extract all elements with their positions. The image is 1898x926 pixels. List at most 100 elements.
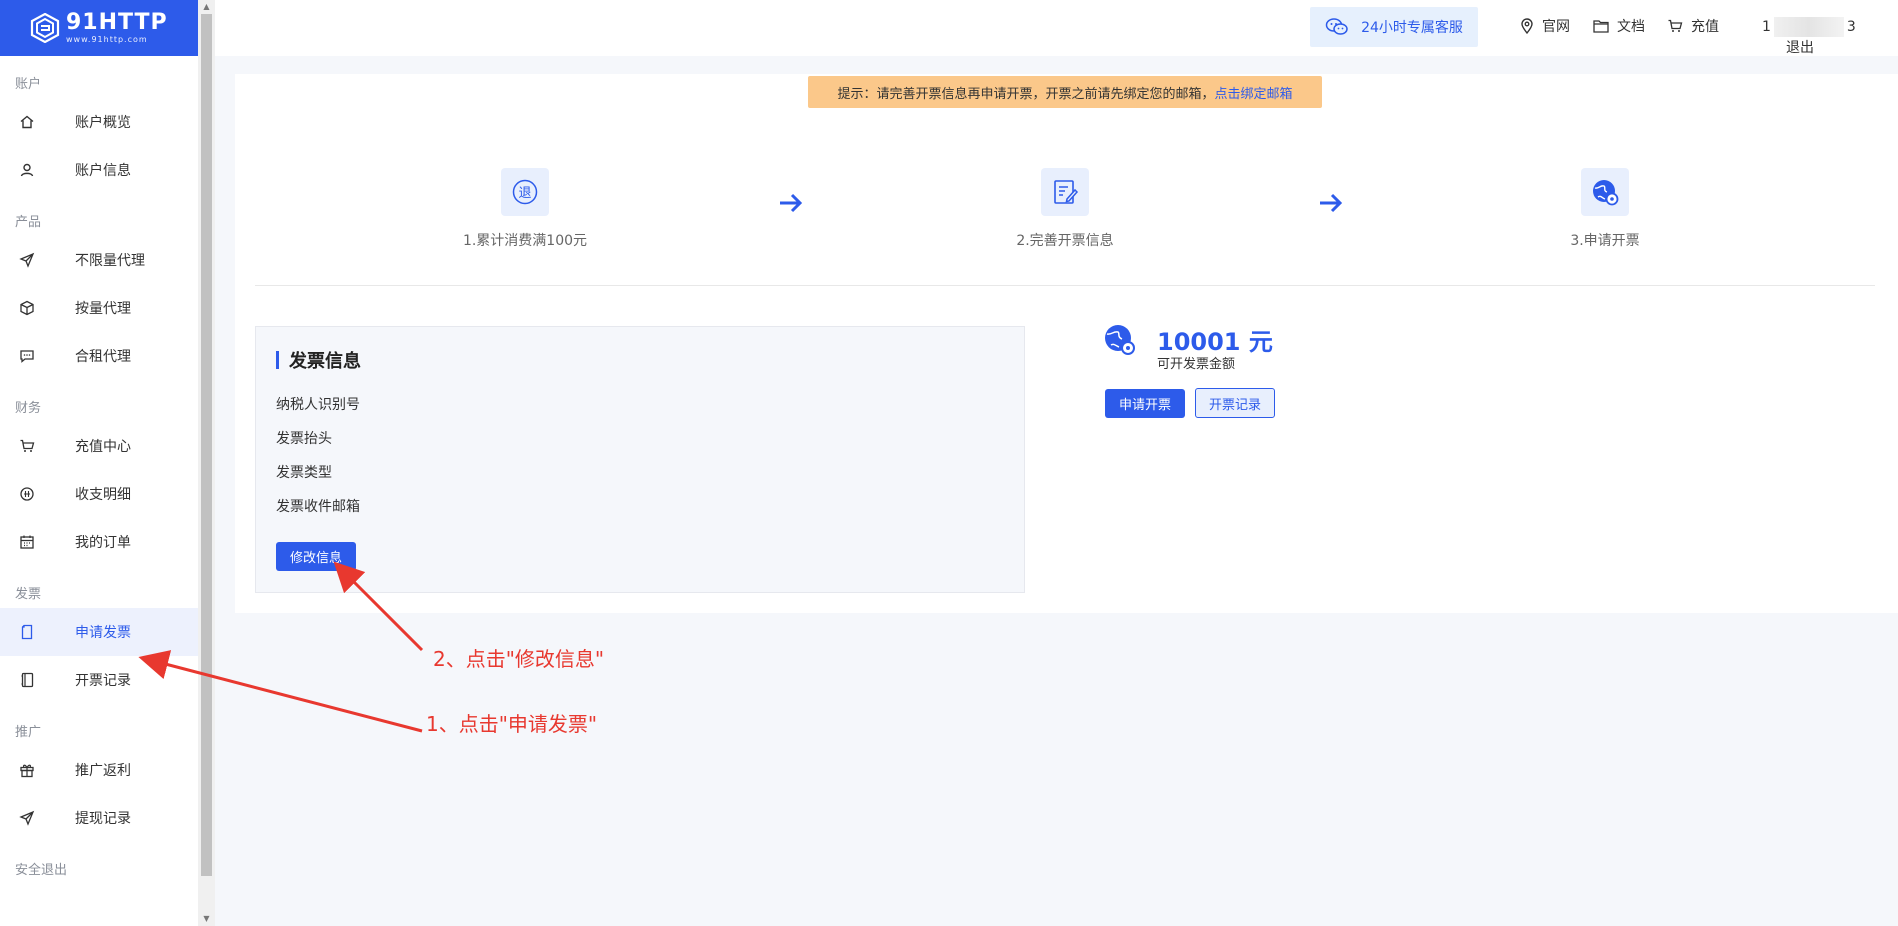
user-id-mask xyxy=(1773,17,1844,37)
calendar-icon xyxy=(18,533,36,551)
sidebar-item-account-info[interactable]: 账户信息 xyxy=(0,146,198,194)
sidebar-item-invoice-records[interactable]: 开票记录 xyxy=(0,656,198,704)
logo[interactable]: 91HTTP www.91http.com xyxy=(0,0,198,56)
sidebar: 91HTTP www.91http.com 账户 账户概览 账户信息 产品 不限… xyxy=(0,0,198,926)
sidebar-item-metered-proxy[interactable]: 按量代理 xyxy=(0,284,198,332)
annotation-step-2: 2、点击"修改信息" xyxy=(433,647,605,671)
step-label: 1.累计消费满100元 xyxy=(462,233,588,249)
step-label: 2.完善开票信息 xyxy=(1016,233,1114,249)
field-taxpayer-id: 纳税人识别号 xyxy=(276,397,360,413)
globe-gear-icon xyxy=(1105,325,1135,355)
divider xyxy=(255,285,1875,286)
edit-form-icon xyxy=(1041,168,1089,216)
refund-icon-text: 退 xyxy=(518,186,531,201)
cart-icon xyxy=(1668,19,1683,32)
send-icon xyxy=(18,251,36,269)
edit-info-button[interactable]: 修改信息 xyxy=(276,542,356,571)
notice-banner: 提示：请完善开票信息再申请开票，开票之前请先绑定您的邮箱， 点击绑定邮箱 xyxy=(808,76,1322,108)
recharge-label: 充值 xyxy=(1691,19,1719,35)
invoice-amount-value: 10001 元 xyxy=(1157,328,1273,356)
official-site-link[interactable]: 官网 xyxy=(1520,16,1570,36)
sidebar-item-account-overview[interactable]: 账户概览 xyxy=(0,98,198,146)
home-icon xyxy=(18,113,36,131)
chat-icon xyxy=(18,347,36,365)
scroll-down-arrow-icon[interactable]: ▼ xyxy=(201,914,212,924)
arrow-right-icon xyxy=(780,193,803,213)
sidebar-item-shared-proxy[interactable]: 合租代理 xyxy=(0,332,198,380)
sidebar-item-unlimited-proxy[interactable]: 不限量代理 xyxy=(0,236,198,284)
support-button[interactable]: 24小时专属客服 xyxy=(1310,7,1478,47)
document-icon xyxy=(18,623,36,641)
section-title-product: 产品 xyxy=(15,215,42,230)
scroll-thumb[interactable] xyxy=(201,14,212,876)
bind-email-link[interactable]: 点击绑定邮箱 xyxy=(1215,83,1293,102)
sidebar-item-logout[interactable]: 安全退出 xyxy=(0,858,198,884)
invoice-amount-label: 可开发票金额 xyxy=(1157,357,1236,372)
logo-name: 91HTTP xyxy=(66,10,168,35)
step-2: 2.完善开票信息 xyxy=(965,168,1165,250)
sidebar-item-label: 合租代理 xyxy=(75,349,131,365)
invoice-info-panel: 发票信息 纳税人识别号 发票抬头 发票类型 发票收件邮箱 修改信息 xyxy=(255,326,1025,593)
field-invoice-header: 发票抬头 xyxy=(276,431,332,447)
folder-icon xyxy=(1593,20,1609,33)
sidebar-item-label: 提现记录 xyxy=(75,811,131,827)
sidebar-scrollbar[interactable]: ▲ ▼ xyxy=(198,0,215,926)
send-icon xyxy=(18,809,36,827)
sidebar-item-label: 充值中心 xyxy=(75,439,131,455)
sidebar-item-label: 开票记录 xyxy=(75,673,131,689)
section-title-finance: 财务 xyxy=(15,401,42,416)
sidebar-item-apply-invoice[interactable]: 申请发票 xyxy=(0,608,198,656)
title-accent-bar xyxy=(276,351,279,369)
sidebar-item-label: 收支明细 xyxy=(75,487,131,503)
user-icon xyxy=(18,161,36,179)
user-id-suffix: 3 xyxy=(1846,19,1856,35)
user-account[interactable]: 1 3 退出 xyxy=(1762,17,1898,57)
docs-link[interactable]: 文档 xyxy=(1593,16,1645,36)
gift-icon xyxy=(18,761,36,779)
location-pin-icon xyxy=(1521,18,1533,34)
logo-hexagon-icon xyxy=(30,13,60,43)
sidebar-item-label: 按量代理 xyxy=(75,301,131,317)
step-1: 退 1.累计消费满100元 xyxy=(425,168,625,250)
user-id-prefix: 1 xyxy=(1762,19,1771,35)
field-invoice-type: 发票类型 xyxy=(276,465,332,481)
official-site-label: 官网 xyxy=(1542,19,1570,35)
docs-label: 文档 xyxy=(1617,19,1645,35)
logo-url: www.91http.com xyxy=(66,35,148,44)
refund-icon: 退 xyxy=(501,168,549,216)
invoice-records-button[interactable]: 开票记录 xyxy=(1195,388,1275,418)
wechat-icon xyxy=(1325,18,1348,35)
globe-gear-icon xyxy=(1581,168,1629,216)
sidebar-item-label: 推广返利 xyxy=(75,763,131,779)
sidebar-item-label: 账户概览 xyxy=(75,115,131,131)
sidebar-item-recharge-center[interactable]: 充值中心 xyxy=(0,422,198,470)
notice-text: 提示：请完善开票信息再申请开票，开票之前请先绑定您的邮箱， xyxy=(837,86,1215,102)
scroll-up-arrow-icon[interactable]: ▲ xyxy=(201,2,212,12)
section-title-promotion: 推广 xyxy=(15,725,42,740)
logout-link[interactable]: 退出 xyxy=(1786,40,1814,56)
invoice-info-title: 发票信息 xyxy=(289,351,361,372)
sidebar-item-withdrawal-records[interactable]: 提现记录 xyxy=(0,794,198,842)
box-icon xyxy=(18,299,36,317)
sidebar-item-label: 不限量代理 xyxy=(75,253,145,269)
panel-title: 发票信息 xyxy=(276,347,361,373)
support-label: 24小时专属客服 xyxy=(1361,20,1463,36)
notebook-icon xyxy=(18,671,36,689)
recharge-link[interactable]: 充值 xyxy=(1667,16,1719,36)
coin-icon xyxy=(18,485,36,503)
section-title-invoice: 发票 xyxy=(15,587,42,602)
sidebar-item-my-orders[interactable]: 我的订单 xyxy=(0,518,198,566)
apply-invoice-button[interactable]: 申请开票 xyxy=(1105,389,1185,418)
step-label: 3.申请开票 xyxy=(1570,233,1640,249)
step-3: 3.申请开票 xyxy=(1505,168,1705,250)
sidebar-item-referral-rebate[interactable]: 推广返利 xyxy=(0,746,198,794)
top-bar: 24小时专属客服 官网 文档 充值 1 3 退出 xyxy=(215,0,1898,56)
cart-icon xyxy=(18,437,36,455)
sidebar-item-label: 申请发票 xyxy=(75,625,131,641)
arrow-right-icon xyxy=(1320,193,1343,213)
field-invoice-email: 发票收件邮箱 xyxy=(276,499,360,515)
section-title-account: 账户 xyxy=(15,77,42,92)
sidebar-item-label: 账户信息 xyxy=(75,163,131,179)
sidebar-item-transactions[interactable]: 收支明细 xyxy=(0,470,198,518)
annotation-step-1: 1、点击"申请发票" xyxy=(426,712,598,736)
